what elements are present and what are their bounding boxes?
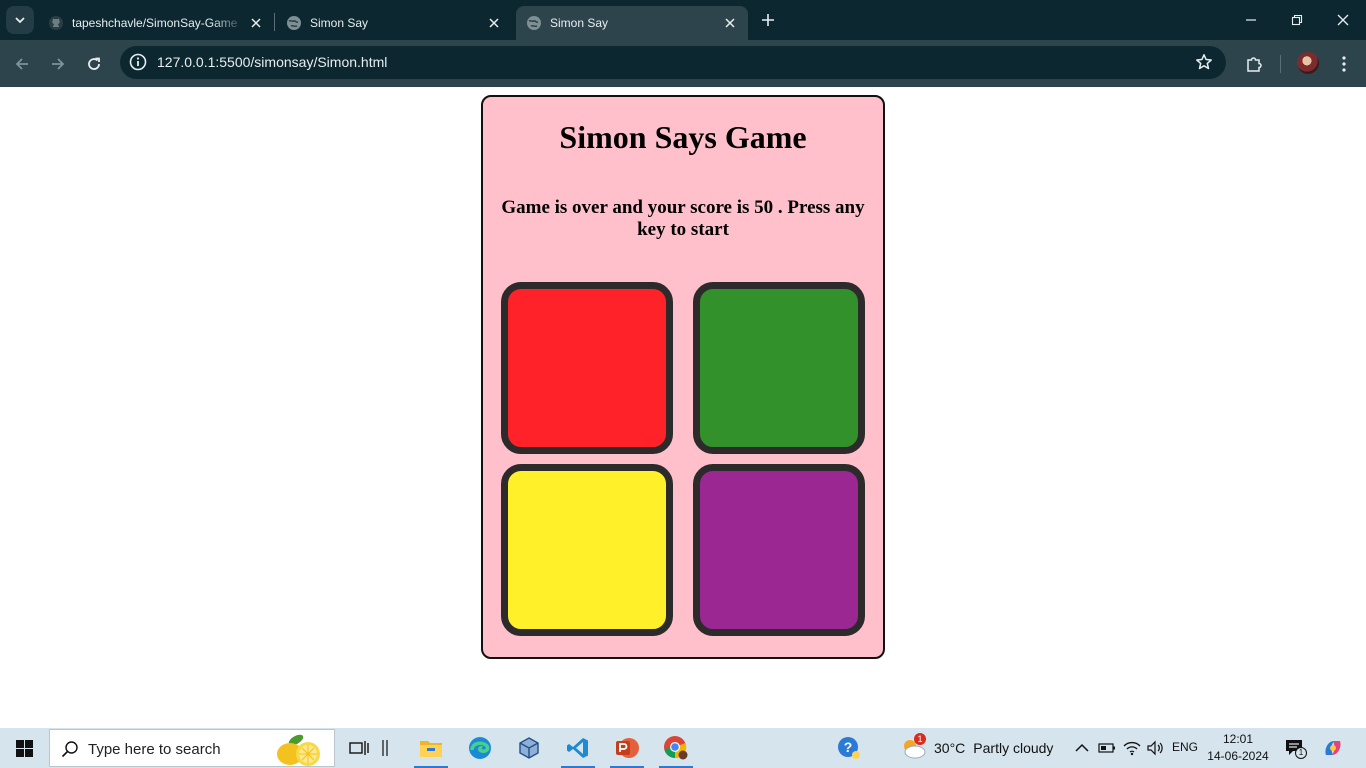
- file-explorer-app[interactable]: [408, 728, 454, 768]
- partly-cloudy-icon: 1: [900, 733, 928, 761]
- volume-icon[interactable]: [1145, 738, 1165, 758]
- powerpoint-icon: [616, 738, 639, 758]
- site-info-icon[interactable]: [128, 52, 148, 72]
- address-bar[interactable]: 127.0.0.1:5500/simonsay/Simon.html: [120, 46, 1226, 79]
- chrome-icon: [664, 736, 688, 760]
- github-icon: [48, 15, 64, 31]
- profile-avatar[interactable]: [1297, 52, 1319, 74]
- show-hidden-icons-button[interactable]: [1072, 738, 1092, 758]
- tab-search-button[interactable]: [6, 6, 34, 34]
- tab-simon-say-active[interactable]: Simon Say: [516, 6, 748, 40]
- copilot-icon: [1325, 741, 1341, 755]
- reload-button[interactable]: [80, 50, 108, 78]
- minimize-icon: [1246, 19, 1256, 21]
- help-icon: ?: [838, 737, 860, 759]
- reload-icon: [88, 57, 100, 70]
- minimize-button[interactable]: [1228, 0, 1274, 40]
- vscode-icon: [567, 738, 588, 758]
- close-tab-icon[interactable]: [484, 13, 504, 33]
- task-view-icon: [349, 741, 369, 755]
- system-clock[interactable]: 12:01 14-06-2024: [1204, 731, 1272, 765]
- bookmark-star-icon[interactable]: [1194, 52, 1214, 72]
- more-vert-icon: [1342, 56, 1346, 72]
- cube-icon: [519, 737, 539, 759]
- tab-title: Simon Say: [550, 16, 609, 30]
- tab-title: tapeshchavle/SimonSay-Game: [72, 16, 238, 30]
- tab-simon-say[interactable]: Simon Say: [276, 6, 512, 40]
- browser-tab-strip: tapeshchavle/SimonSay-Game Simon Say Sim…: [0, 0, 1366, 40]
- close-tab-icon[interactable]: [720, 13, 740, 33]
- extensions-button[interactable]: [1240, 50, 1268, 78]
- wifi-icon[interactable]: [1122, 738, 1142, 758]
- arrow-left-icon: [15, 58, 28, 70]
- chevron-down-icon: [15, 17, 25, 24]
- tab-github[interactable]: tapeshchavle/SimonSay-Game: [38, 6, 274, 40]
- vscode-app[interactable]: [555, 728, 601, 768]
- globe-icon: [526, 15, 542, 31]
- puzzle-icon: [1247, 57, 1262, 72]
- battery-icon[interactable]: [1097, 738, 1117, 758]
- chrome-app[interactable]: [653, 728, 699, 768]
- windows-logo-icon: [15, 739, 33, 757]
- restore-icon: [1291, 14, 1303, 26]
- folder-icon: [420, 741, 442, 757]
- url-text[interactable]: 127.0.0.1:5500/simonsay/Simon.html: [157, 54, 387, 70]
- windows-taskbar: Type here to search ? 1 30°C Partly clou…: [0, 728, 1366, 768]
- close-icon: [1337, 14, 1349, 26]
- globe-icon: [286, 15, 302, 31]
- game-container: Simon Says Game Game is over and your sc…: [481, 95, 885, 659]
- tab-title: Simon Say: [310, 16, 369, 30]
- clock-date: 14-06-2024: [1207, 749, 1269, 763]
- notification-count: 1: [1295, 747, 1307, 759]
- close-window-button[interactable]: [1320, 0, 1366, 40]
- search-placeholder: Type here to search: [88, 741, 221, 758]
- powerpoint-app[interactable]: [604, 728, 650, 768]
- back-button[interactable]: [8, 50, 36, 78]
- language-indicator[interactable]: ENG: [1172, 740, 1198, 754]
- red-button[interactable]: [501, 282, 673, 454]
- chevron-up-icon: [1075, 743, 1089, 752]
- copilot-button[interactable]: [1322, 737, 1344, 759]
- pipe-icon: [382, 740, 388, 756]
- game-title: Simon Says Game: [559, 119, 807, 155]
- weather-condition: Partly cloudy: [973, 740, 1054, 756]
- toolbar-divider: [1280, 55, 1281, 73]
- edge-icon: [469, 737, 491, 759]
- lemon-illustration-icon: [277, 734, 320, 766]
- purple-button[interactable]: [693, 464, 865, 636]
- virtualbox-app[interactable]: [506, 728, 552, 768]
- clock-time: 12:01: [1222, 732, 1254, 746]
- restore-button[interactable]: [1274, 0, 1320, 40]
- close-tab-icon[interactable]: [246, 13, 266, 33]
- weather-temp: 30°C: [934, 740, 966, 756]
- weather-badge: 1: [914, 733, 926, 745]
- arrow-right-icon: [52, 58, 65, 70]
- weather-widget[interactable]: 1 30°C Partly cloudy: [900, 728, 1053, 768]
- game-status: Game is over and your score is 50 . Pres…: [501, 197, 865, 240]
- taskbar-search-box[interactable]: Type here to search: [49, 729, 335, 767]
- svg-text:?: ?: [844, 739, 853, 755]
- yellow-button[interactable]: [501, 464, 673, 636]
- notifications-button[interactable]: 1: [1284, 738, 1307, 759]
- plus-icon: [762, 14, 774, 26]
- edge-app[interactable]: [457, 728, 503, 768]
- green-button[interactable]: [693, 282, 865, 454]
- browser-menu-button[interactable]: [1330, 50, 1358, 78]
- help-app[interactable]: ?: [826, 728, 872, 768]
- widgets-button[interactable]: [370, 728, 400, 768]
- new-tab-button[interactable]: [756, 8, 780, 32]
- browser-toolbar: 127.0.0.1:5500/simonsay/Simon.html: [0, 40, 1366, 87]
- start-button[interactable]: [0, 728, 48, 768]
- search-icon: [60, 739, 80, 759]
- forward-button[interactable]: [44, 50, 72, 78]
- tab-divider: [274, 13, 275, 31]
